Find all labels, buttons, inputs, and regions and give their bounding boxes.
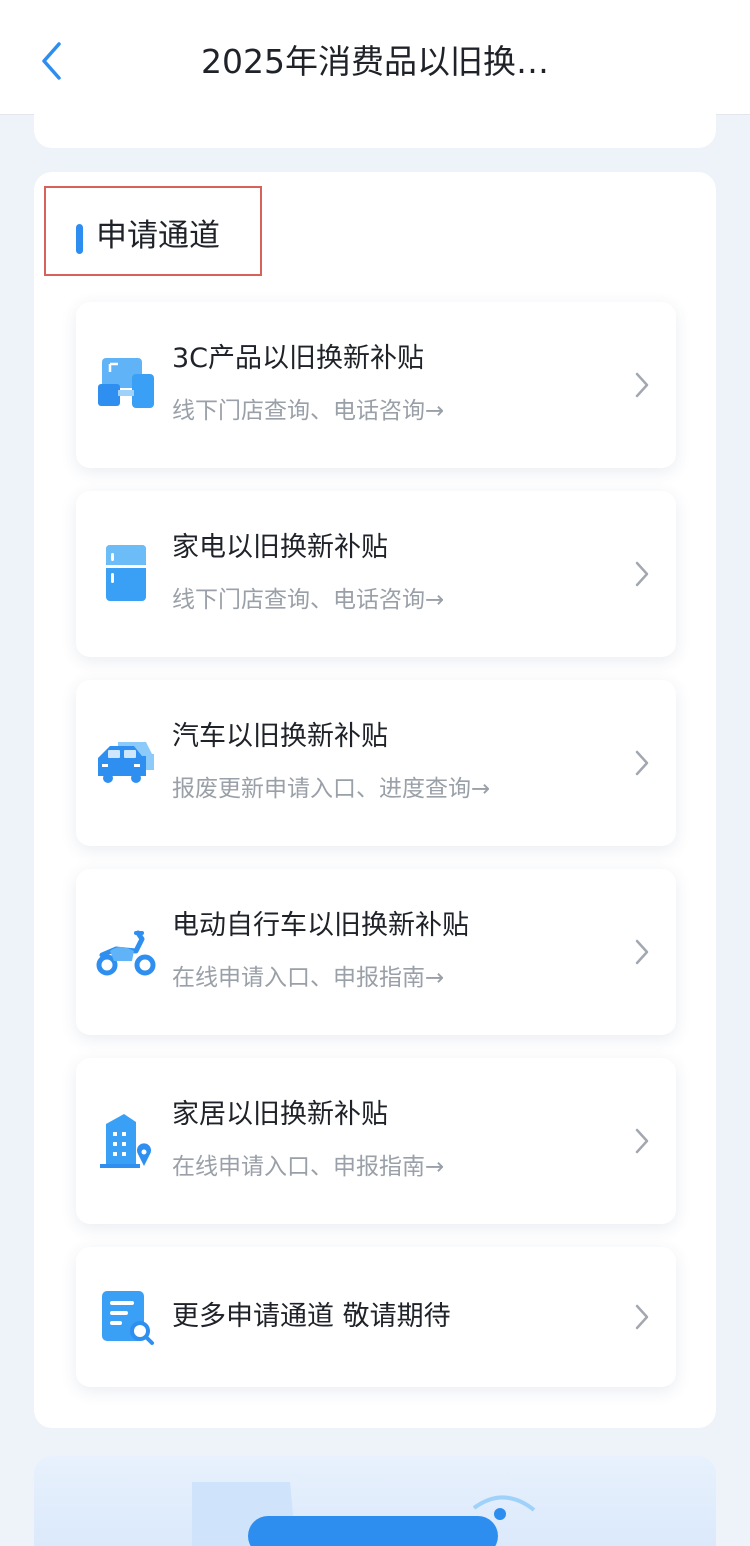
chevron-right-icon — [635, 372, 649, 398]
item-title: 3C产品以旧换新补贴 — [172, 343, 425, 374]
building-location-icon — [100, 1114, 152, 1168]
item-title: 汽车以旧换新补贴 — [172, 721, 388, 752]
chevron-left-icon — [42, 42, 61, 80]
item-subtitle[interactable]: 在线申请入口、申报指南→ — [172, 1150, 444, 1184]
refrigerator-icon — [106, 545, 146, 601]
channel-item-cars[interactable]: 汽车以旧换新补贴 报废更新申请入口、进度查询→ — [76, 680, 676, 846]
chevron-right-icon — [635, 561, 649, 587]
chevron-right-icon — [635, 750, 649, 776]
item-title: 家电以旧换新补贴 — [172, 532, 388, 563]
channel-item-3c[interactable]: 3C产品以旧换新补贴 线下门店查询、电话咨询→ — [76, 302, 676, 468]
back-button[interactable] — [34, 38, 68, 84]
chevron-right-icon — [635, 939, 649, 965]
nav-bar: 2025年消费品以旧换… — [0, 0, 750, 115]
channel-item-home[interactable]: 家居以旧换新补贴 在线申请入口、申报指南→ — [76, 1058, 676, 1224]
section-accent-bar — [76, 224, 83, 254]
devices-icon — [98, 358, 154, 408]
item-subtitle[interactable]: 线下门店查询、电话咨询→ — [172, 583, 444, 617]
chevron-right-icon — [635, 1128, 649, 1154]
item-subtitle[interactable]: 报废更新申请入口、进度查询→ — [172, 772, 490, 806]
item-title: 电动自行车以旧换新补贴 — [172, 910, 469, 941]
scooter-icon — [96, 930, 156, 976]
bottom-banner[interactable] — [34, 1456, 716, 1546]
document-search-icon — [102, 1291, 154, 1345]
channel-item-ebike[interactable]: 电动自行车以旧换新补贴 在线申请入口、申报指南→ — [76, 869, 676, 1035]
page-title: 2025年消费品以旧换… — [201, 42, 549, 81]
item-title: 家居以旧换新补贴 — [172, 1099, 388, 1130]
item-subtitle[interactable]: 在线申请入口、申报指南→ — [172, 961, 444, 995]
section-header: 申请通道 — [44, 186, 262, 276]
cars-icon — [98, 742, 154, 783]
item-title: 更多申请通道 敬请期待 — [172, 1301, 451, 1332]
item-subtitle[interactable]: 线下门店查询、电话咨询→ — [172, 394, 444, 428]
chevron-right-icon — [635, 1304, 649, 1330]
channel-item-appliances[interactable]: 家电以旧换新补贴 线下门店查询、电话咨询→ — [76, 491, 676, 657]
banner-illustration — [192, 1482, 536, 1546]
channel-item-more[interactable]: 更多申请通道 敬请期待 — [76, 1247, 676, 1387]
previous-card — [34, 100, 716, 148]
section-title: 申请通道 — [96, 218, 220, 254]
